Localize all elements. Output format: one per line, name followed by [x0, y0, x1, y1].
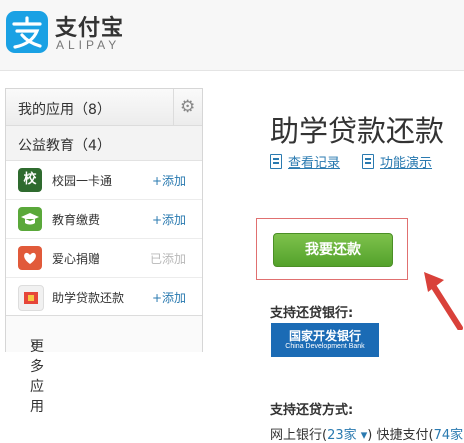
list-item[interactable]: 教育缴费 +添加: [6, 200, 202, 239]
my-apps-title[interactable]: 我的应用（8）: [18, 99, 111, 119]
feature-demo-link[interactable]: 功能演示: [362, 152, 432, 171]
list-item[interactable]: 爱心捐赠 已添加: [6, 239, 202, 278]
pay-button-highlight: 我要还款: [256, 218, 408, 280]
cdb-bank-logo[interactable]: 国家开发银行 China Development Bank: [271, 323, 379, 357]
chevron-down-icon: ▾: [356, 428, 368, 443]
view-records-link[interactable]: 查看记录: [270, 152, 340, 171]
my-apps-header: 我的应用（8） ⚙: [6, 89, 202, 126]
online-bank-count-dropdown[interactable]: 23家: [327, 428, 357, 443]
red-arrow-icon: [424, 272, 463, 330]
methods-label: 支持还贷方式:: [270, 403, 354, 418]
add-app-button[interactable]: +添加: [152, 172, 186, 189]
add-app-button[interactable]: +添加: [152, 289, 186, 306]
category-title: 公益教育（4）: [18, 138, 111, 154]
app-label: 校园一卡通: [52, 174, 113, 188]
list-item[interactable]: 助学贷款还款 +添加: [6, 278, 202, 316]
campus-card-icon: 校: [18, 168, 42, 192]
add-app-button[interactable]: +添加: [152, 211, 186, 228]
more-apps-link[interactable]: 更多应用 ›: [6, 315, 202, 415]
bank-name-en: China Development Bank: [285, 343, 365, 350]
page-title: 助学贷款还款: [270, 114, 445, 148]
bank-name-cn: 国家开发银行: [288, 329, 361, 343]
logo-subtext: ALIPAY: [56, 38, 121, 52]
apps-sidebar: 我的应用（8） ⚙ 公益教育（4） 校 校园一卡通 +添加 教育缴费 +添加 爱…: [5, 88, 203, 415]
graduation-cap-icon: [18, 207, 42, 231]
chevron-right-icon: ›: [30, 336, 36, 352]
settings-button[interactable]: ⚙: [173, 89, 202, 125]
heart-icon: [18, 246, 42, 270]
header-bar: 支付宝 ALIPAY: [0, 0, 464, 71]
app-label: 爱心捐赠: [52, 252, 101, 266]
added-status: 已添加: [149, 252, 186, 266]
student-loan-icon: [18, 285, 44, 311]
gear-icon: ⚙: [180, 97, 196, 117]
document-icon: [362, 154, 374, 169]
app-label: 助学贷款还款: [52, 291, 125, 305]
app-label: 教育缴费: [52, 213, 101, 227]
repay-button[interactable]: 我要还款: [273, 233, 393, 267]
payment-methods: 网上银行(23家 ▾) 快捷支付(74家: [270, 428, 464, 443]
quick-pay-count-dropdown[interactable]: 74家: [434, 428, 464, 443]
alipay-logo-icon[interactable]: [6, 11, 48, 53]
list-item[interactable]: 校 校园一卡通 +添加: [6, 161, 202, 200]
category-header[interactable]: 公益教育（4）: [6, 126, 202, 161]
banks-label: 支持还贷银行:: [270, 306, 354, 321]
document-icon: [270, 154, 282, 169]
app-list: 校 校园一卡通 +添加 教育缴费 +添加 爱心捐赠 已添加 助学贷款还款 +添加: [6, 161, 202, 316]
